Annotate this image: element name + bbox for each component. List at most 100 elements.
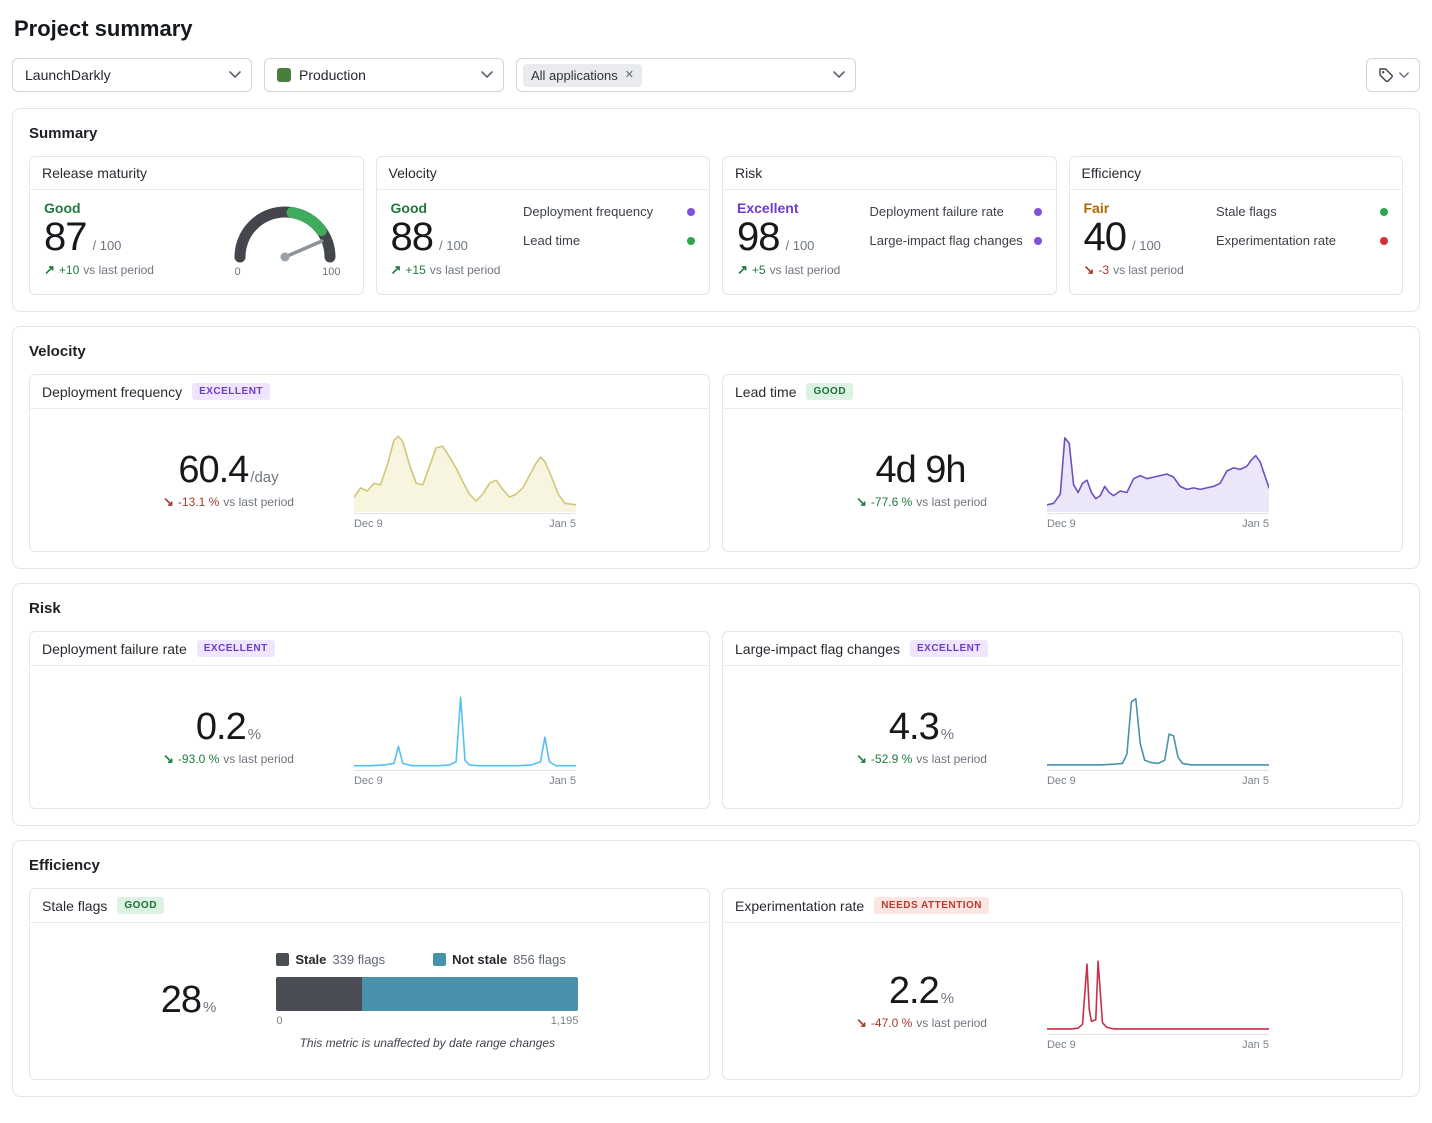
application-filter-tag-label: All applications	[531, 68, 618, 83]
x-axis-end-label: Jan 5	[1242, 1039, 1269, 1051]
card-body: Good 88 / 100 ↗ +15 vs last period	[377, 190, 710, 294]
velocity-section: Velocity Deployment frequency EXCELLENT …	[12, 326, 1420, 569]
rating-label: Good	[44, 200, 154, 216]
x-axis-start-label: Dec 9	[1047, 518, 1076, 530]
release-maturity-gauge: 0 100	[223, 200, 349, 280]
sparkline-chart	[1047, 687, 1269, 771]
chevron-down-icon	[1399, 72, 1409, 79]
legend-label: Stale	[295, 952, 326, 967]
delta-suffix: vs last period	[916, 1016, 987, 1030]
legend-item-not-stale: Not stale 856 flags	[433, 952, 566, 967]
score-denominator: / 100	[786, 238, 815, 253]
legend-swatch	[433, 953, 446, 966]
stale-flags-breakdown: Stale 339 flags Not stale 856 flags	[276, 952, 578, 1050]
sub-metric-label: Deployment failure rate	[870, 204, 1004, 221]
risk-section: Risk Deployment failure rate EXCELLENT 0…	[12, 583, 1420, 826]
stacked-bar-chart	[276, 977, 578, 1011]
card-title: Velocity	[389, 165, 437, 181]
metric-stat: 2.2 % ↘ -47.0 % vs last period	[856, 972, 987, 1030]
large-impact-flag-changes-card: Large-impact flag changes EXCELLENT 4.3 …	[722, 631, 1403, 809]
bar-axis-max: 1,195	[551, 1015, 579, 1027]
environment-dropdown[interactable]: Production	[264, 58, 504, 92]
delta-value: +10	[59, 263, 79, 277]
card-body: 4d 9h ↘ -77.6 % vs last period Dec 9	[723, 409, 1402, 551]
sparkline-chart	[354, 687, 576, 771]
trend-down-icon: ↘	[163, 495, 174, 508]
sub-metric-list: Deployment failure rate Large-impact fla…	[870, 200, 1042, 280]
metric-value: 28	[161, 981, 201, 1021]
delta-value: -52.9 %	[871, 752, 912, 766]
card-title: Large-impact flag changes	[735, 641, 900, 657]
legend-label: Not stale	[452, 952, 507, 967]
delta-value: -77.6 %	[871, 495, 912, 509]
tags-filter-button[interactable]	[1366, 58, 1420, 92]
score-block: Good 88 / 100 ↗ +15 vs last period	[391, 200, 501, 280]
metric-value: 0.2	[196, 708, 246, 748]
gauge-canvas	[223, 204, 347, 264]
summary-cards-row: Release maturity Good 87 / 100 ↗ +10 vs …	[29, 156, 1403, 295]
metric-status-dot	[687, 208, 695, 216]
chevron-down-icon	[481, 71, 493, 79]
x-axis-start-label: Dec 9	[354, 775, 383, 787]
card-header: Risk	[723, 157, 1056, 190]
score-value: 40	[1084, 217, 1127, 258]
bar-axis-min: 0	[276, 1015, 282, 1027]
trend-down-icon: ↘	[856, 1016, 867, 1029]
stale-flags-card: Stale flags GOOD 28 % St	[29, 888, 710, 1080]
sub-metric-list: Deployment frequency Lead time	[523, 200, 695, 280]
x-axis-start-label: Dec 9	[1047, 775, 1076, 787]
gauge-max-label: 100	[322, 266, 340, 278]
status-badge: NEEDS ATTENTION	[874, 897, 989, 914]
rating-label: Fair	[1084, 200, 1184, 216]
page-title: Project summary	[14, 16, 1418, 42]
metric-unit: %	[941, 726, 954, 743]
velocity-section-title: Velocity	[29, 343, 1403, 360]
applications-dropdown[interactable]: All applications ✕	[516, 58, 856, 92]
metric-unit: %	[203, 999, 216, 1016]
project-dropdown[interactable]: LaunchDarkly	[12, 58, 252, 92]
tag-icon	[1378, 67, 1394, 83]
metric-stat: 4.3 % ↘ -52.9 % vs last period	[856, 708, 987, 766]
environment-dropdown-value: Production	[299, 67, 366, 83]
status-badge: EXCELLENT	[197, 640, 275, 657]
card-header: Efficiency	[1070, 157, 1403, 190]
summary-section: Summary Release maturity Good 87 / 100	[12, 108, 1420, 312]
x-axis-end-label: Jan 5	[1242, 775, 1269, 787]
trend-down-icon: ↘	[1084, 263, 1095, 276]
card-title: Experimentation rate	[735, 898, 864, 914]
rating-label: Excellent	[737, 200, 840, 216]
card-title: Stale flags	[42, 898, 107, 914]
delta-suffix: vs last period	[430, 263, 501, 277]
delta-suffix: vs last period	[916, 495, 987, 509]
large-impact-flag-changes-chart: Dec 9 Jan 5	[1047, 687, 1269, 787]
metric-value: 4d 9h	[875, 451, 965, 491]
legend-item-stale: Stale 339 flags	[276, 952, 385, 967]
metric-stat: 4d 9h ↘ -77.6 % vs last period	[856, 451, 987, 509]
sub-metric-label: Lead time	[523, 233, 580, 250]
legend-count: 856 flags	[513, 952, 566, 967]
card-body: 60.4 /day ↘ -13.1 % vs last period Dec 9	[30, 409, 709, 551]
risk-section-title: Risk	[29, 600, 1403, 617]
sub-metric-row: Experimentation rate	[1216, 233, 1388, 250]
deployment-frequency-chart: Dec 9 Jan 5	[354, 430, 576, 530]
x-axis-start-label: Dec 9	[354, 518, 383, 530]
score-denominator: / 100	[1132, 238, 1161, 253]
experimentation-rate-card: Experimentation rate NEEDS ATTENTION 2.2…	[722, 888, 1403, 1080]
risk-summary-card: Risk Excellent 98 / 100 ↗ +5 vs last per…	[722, 156, 1057, 295]
delta-value: -3	[1098, 263, 1109, 277]
sparkline-chart	[1047, 951, 1269, 1035]
efficiency-summary-card: Efficiency Fair 40 / 100 ↘ -3 vs last pe…	[1069, 156, 1404, 295]
deployment-failure-rate-card: Deployment failure rate EXCELLENT 0.2 % …	[29, 631, 710, 809]
metric-stat: 60.4 /day ↘ -13.1 % vs last period	[163, 451, 294, 509]
gauge-min-label: 0	[235, 266, 241, 278]
x-axis-end-label: Jan 5	[549, 775, 576, 787]
score-denominator: / 100	[439, 238, 468, 253]
card-body: 4.3 % ↘ -52.9 % vs last period Dec 9	[723, 666, 1402, 808]
remove-tag-icon[interactable]: ✕	[625, 70, 634, 81]
metric-value: 2.2	[889, 972, 939, 1012]
project-dropdown-value: LaunchDarkly	[25, 67, 111, 83]
deployment-failure-rate-chart: Dec 9 Jan 5	[354, 687, 576, 787]
card-title: Deployment failure rate	[42, 641, 187, 657]
x-axis-end-label: Jan 5	[549, 518, 576, 530]
trend-up-icon: ↗	[44, 263, 55, 276]
